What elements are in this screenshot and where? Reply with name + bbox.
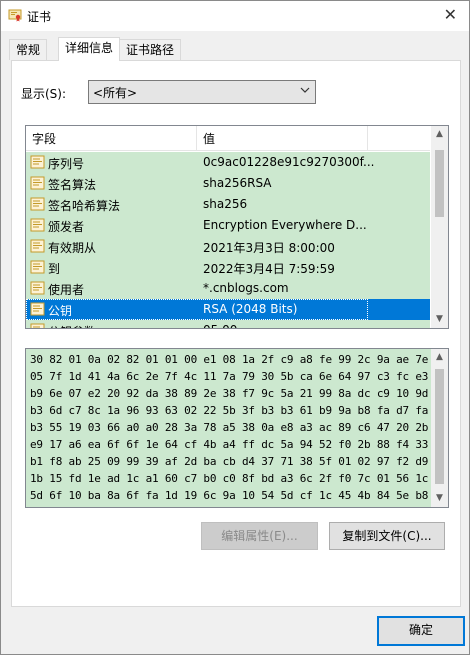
- list-row[interactable]: 到 2022年3月4日 7:59:59: [26, 257, 430, 278]
- title-bar: 证书 ✕: [1, 1, 469, 31]
- column-divider[interactable]: [196, 126, 197, 150]
- chevron-down-icon: [300, 87, 310, 93]
- field-name: 公钥参数: [48, 323, 96, 328]
- ok-button[interactable]: 确定: [377, 616, 465, 646]
- field-value: *.cnblogs.com: [203, 281, 289, 295]
- tab-details[interactable]: 详细信息: [58, 37, 121, 61]
- field-value: 0c9ac01228e91c9270300f...: [203, 155, 375, 169]
- hex-line: b9 6e 07 e2 20 92 da 38 89 2e 38 f7 9c 5…: [30, 387, 448, 400]
- field-value: Encryption Everywhere D...: [203, 218, 367, 232]
- detail-vertical-scrollbar[interactable]: ▲ ▼: [431, 349, 448, 507]
- field-name: 颁发者: [48, 220, 85, 234]
- show-label: 显示(S):: [21, 87, 67, 101]
- scroll-down-icon[interactable]: ▼: [431, 311, 448, 328]
- certificate-field-icon: [30, 281, 45, 295]
- tab-general[interactable]: 常规: [9, 39, 48, 60]
- column-header-field[interactable]: 字段: [32, 130, 56, 147]
- window-title: 证书: [27, 10, 52, 24]
- hex-line: e9 17 a6 ea 6f 6f 1e 64 cf 4b a4 ff dc 5…: [30, 438, 449, 451]
- field-name: 到: [48, 262, 61, 276]
- hex-line: b3 55 19 03 66 a0 a0 28 3a 78 a5 38 0a e…: [30, 421, 448, 434]
- hex-line: 30 82 01 0a 02 82 01 01 00 e1 08 1a 2f c…: [30, 353, 449, 366]
- certificate-field-icon: [30, 323, 45, 328]
- list-vertical-scrollbar[interactable]: ▲ ▼: [431, 126, 448, 328]
- field-value: 2022年3月4日 7:59:59: [203, 262, 335, 276]
- list-row[interactable]: 签名哈希算法 sha256: [26, 194, 430, 215]
- field-value: sha256: [203, 197, 248, 211]
- close-icon[interactable]: ✕: [444, 5, 457, 24]
- certificate-field-icon: [30, 239, 45, 253]
- hex-line: 5d 6f 10 ba 8a 6f fa 1d 19 6c 9a 10 54 5…: [30, 489, 449, 502]
- certificate-field-icon: [30, 155, 45, 169]
- list-row[interactable]: 使用者 *.cnblogs.com: [26, 278, 430, 299]
- scrollbar-thumb[interactable]: [435, 150, 444, 217]
- scroll-down-icon[interactable]: ▼: [431, 490, 448, 507]
- copy-to-file-button[interactable]: 复制到文件(C)...: [329, 522, 445, 550]
- field-name: 签名算法: [48, 178, 97, 192]
- field-value: 2021年3月3日 8:00:00: [203, 241, 335, 255]
- field-value: 05 00: [203, 323, 237, 328]
- field-list[interactable]: 字段 值 序列号 0c9ac01228e91c9270300f... 签名算法 sha…: [25, 125, 449, 329]
- certificate-field-icon: [30, 260, 45, 274]
- value-detail-box[interactable]: 30 82 01 0a 02 82 01 01 00 e1 08 1a 2f c…: [25, 348, 449, 508]
- field-name: 有效期从: [48, 241, 97, 255]
- field-name: 序列号: [48, 157, 85, 171]
- certificate-field-icon: [30, 176, 45, 190]
- list-row[interactable]: 公钥 RSA (2048 Bits): [26, 299, 430, 320]
- scroll-up-icon[interactable]: ▲: [431, 349, 448, 366]
- hex-line: b1 f8 ab 25 09 99 39 af 2d ba cb d4 37 7…: [30, 455, 448, 468]
- hex-line: 1b 15 fd 1e ad 1c a1 60 c7 b0 c0 8f bd a…: [30, 472, 449, 485]
- certificate-field-icon: [30, 197, 45, 211]
- edit-properties-button[interactable]: 编辑属性(E)...: [201, 522, 318, 550]
- certificate-window: 证书 ✕ 常规 详细信息 证书路径 显示(S): <所有> 字段 值 序列号 0c…: [0, 0, 470, 655]
- column-divider[interactable]: [367, 126, 368, 150]
- hex-line: b3 6d c7 8c 1a 96 93 63 02 22 5b 3f b3 b…: [30, 404, 448, 417]
- tab-strip: 常规 详细信息 证书路径: [1, 37, 469, 61]
- focus-rectangle: [26, 299, 368, 320]
- field-name: 签名哈希算法: [48, 199, 121, 213]
- field-value: sha256RSA: [203, 176, 272, 190]
- certificate-icon: [8, 9, 22, 22]
- scroll-up-icon[interactable]: ▲: [431, 126, 448, 143]
- show-select-value: <所有>: [93, 86, 138, 100]
- scrollbar-thumb[interactable]: [435, 369, 444, 484]
- list-header: 字段 值: [26, 126, 430, 151]
- certificate-field-icon: [30, 218, 45, 232]
- hex-line: 05 7f 1d 41 4a 6c 2e 7f 4c 11 7a 79 30 5…: [30, 370, 449, 383]
- show-select[interactable]: <所有>: [88, 80, 316, 104]
- list-row[interactable]: 序列号 0c9ac01228e91c9270300f...: [26, 152, 430, 173]
- field-name: 使用者: [48, 283, 85, 297]
- list-row[interactable]: 公钥参数 05 00: [26, 320, 430, 328]
- column-header-value[interactable]: 值: [203, 130, 215, 147]
- list-row[interactable]: 签名算法 sha256RSA: [26, 173, 430, 194]
- list-row[interactable]: 颁发者 Encryption Everywhere D...: [26, 215, 430, 236]
- tab-certification-path[interactable]: 证书路径: [119, 39, 182, 60]
- list-row[interactable]: 有效期从 2021年3月3日 8:00:00: [26, 236, 430, 257]
